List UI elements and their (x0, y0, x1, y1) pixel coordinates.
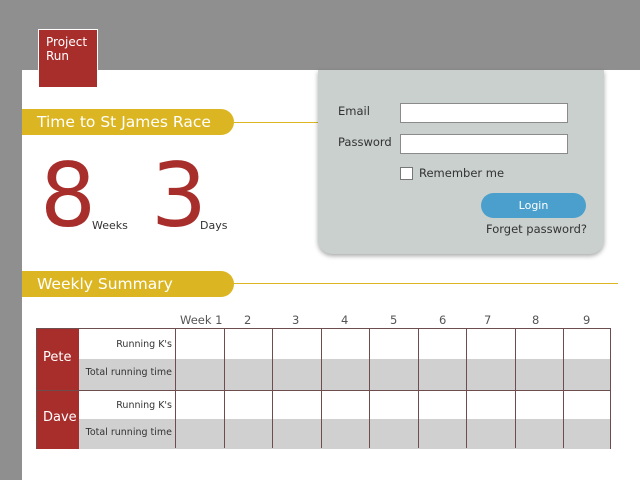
email-label: Email (338, 104, 370, 118)
row-label-total-time: Total running time (85, 367, 172, 378)
summary-divider (230, 283, 618, 284)
column-divider (563, 329, 564, 448)
week-header-6: 6 (439, 313, 447, 327)
weeks-count: 8 (40, 144, 96, 247)
row-label-total-time: Total running time (85, 427, 172, 438)
remember-me-label[interactable]: Remember me (419, 166, 504, 180)
project-run-logo[interactable]: Project Run (38, 29, 98, 88)
countdown-heading: Time to St James Race (22, 109, 234, 135)
password-label: Password (338, 135, 392, 149)
days-label: Days (200, 219, 228, 232)
runner-divider (37, 390, 610, 391)
logo-line-2: Run (46, 49, 70, 63)
remember-me-checkbox[interactable] (400, 167, 413, 180)
week-header-2: 2 (244, 313, 252, 327)
password-field[interactable] (400, 134, 568, 154)
runner-name-pete: Pete (37, 329, 79, 390)
weeks-label: Weeks (92, 219, 128, 232)
row-label-running-km: Running K's (116, 339, 172, 350)
column-divider (224, 329, 225, 448)
logo-line-1: Project (46, 35, 88, 49)
column-divider (272, 329, 273, 448)
week-header-7: 7 (484, 313, 492, 327)
week-header-9: 9 (583, 313, 591, 327)
weekly-summary-table: Pete Dave Running K's Total running time… (36, 328, 611, 449)
column-divider (175, 329, 176, 448)
days-count: 3 (151, 144, 207, 247)
runner-name-dave: Dave (37, 390, 79, 449)
week-header-8: 8 (532, 313, 540, 327)
column-divider (321, 329, 322, 448)
column-divider (466, 329, 467, 448)
summary-heading: Weekly Summary (22, 271, 234, 297)
column-divider (369, 329, 370, 448)
week-header-3: 3 (292, 313, 300, 327)
forgot-password-link[interactable]: Forget password? (486, 222, 587, 236)
login-button[interactable]: Login (481, 193, 586, 218)
login-panel: Email Password Remember me Login Forget … (318, 70, 604, 254)
column-divider (515, 329, 516, 448)
email-field[interactable] (400, 103, 568, 123)
column-divider (418, 329, 419, 448)
week-header-5: 5 (390, 313, 398, 327)
row-label-running-km: Running K's (116, 400, 172, 411)
week-header-1: Week 1 (180, 313, 223, 327)
week-header-4: 4 (341, 313, 349, 327)
